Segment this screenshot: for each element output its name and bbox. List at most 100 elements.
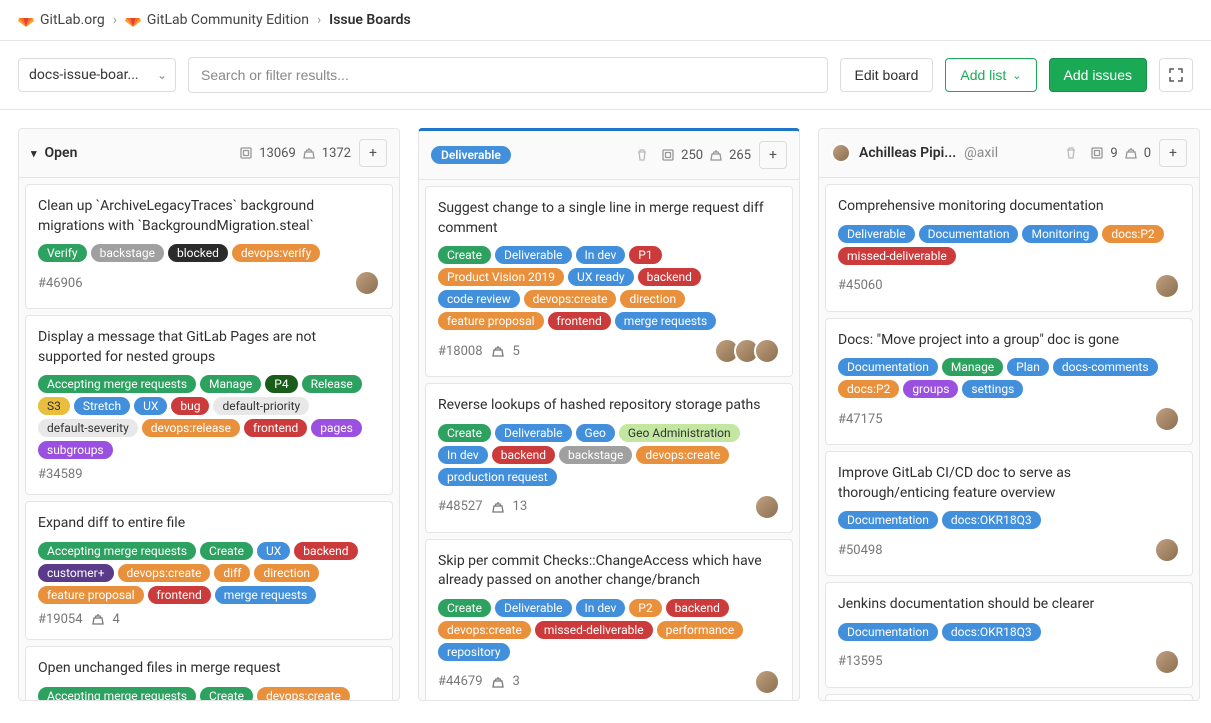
issue-label[interactable]: production request (438, 468, 557, 486)
issue-label[interactable]: direction (620, 290, 685, 308)
issue-card[interactable]: Expand diff to entire file Accepting mer… (25, 501, 393, 640)
issue-label[interactable]: default-severity (38, 419, 138, 437)
issue-label[interactable]: bug (171, 397, 209, 415)
list-title[interactable]: Achilleas Pipi... @axil (831, 143, 1052, 163)
issue-label[interactable]: In dev (576, 246, 626, 264)
issue-label[interactable]: Deliverable (495, 246, 572, 264)
issue-label[interactable]: UX ready (568, 268, 634, 286)
issue-label[interactable]: feature proposal (438, 312, 544, 330)
issue-label[interactable]: Deliverable (495, 599, 572, 617)
issue-label[interactable]: docs:P2 (1102, 225, 1163, 243)
issue-label[interactable]: pages (311, 419, 362, 437)
issue-label[interactable]: Documentation (838, 623, 938, 641)
issue-label[interactable]: Monitoring (1022, 225, 1098, 243)
issue-label[interactable]: missed-deliverable (838, 247, 956, 265)
issue-label[interactable]: backstage (91, 244, 164, 262)
list-body[interactable]: Comprehensive monitoring documentation D… (819, 178, 1199, 700)
avatar[interactable] (1154, 406, 1180, 432)
avatar[interactable] (1154, 649, 1180, 675)
breadcrumb-org[interactable]: GitLab.org (18, 12, 105, 28)
issue-label[interactable]: Documentation (919, 225, 1019, 243)
issue-label[interactable]: customer+ (38, 564, 114, 582)
issue-label[interactable]: devops:verify (232, 244, 320, 262)
issue-label[interactable]: backend (492, 446, 555, 464)
delete-list-button[interactable] (1060, 146, 1082, 160)
issue-label[interactable]: Manage (942, 358, 1003, 376)
issue-card[interactable]: Suggest change to a single line in merge… (425, 186, 793, 377)
issue-label[interactable]: docs-comments (1053, 358, 1158, 376)
issue-label[interactable]: Geo Administration (619, 424, 740, 442)
issue-label[interactable]: UX (257, 542, 290, 560)
issue-label[interactable]: devops:create (438, 621, 531, 639)
issue-label[interactable]: frontend (548, 312, 611, 330)
list-title[interactable]: ▾Open (31, 145, 231, 161)
search-input[interactable] (188, 57, 828, 93)
issue-label[interactable]: devops:create (118, 564, 211, 582)
issue-label[interactable]: P1 (629, 246, 661, 264)
issue-label[interactable]: P4 (265, 375, 297, 393)
issue-label[interactable]: Create (438, 599, 491, 617)
issue-label[interactable]: default-priority (213, 397, 309, 415)
issue-label[interactable]: diff (214, 564, 250, 582)
issue-label[interactable]: Stretch (74, 397, 130, 415)
issue-label[interactable]: direction (254, 564, 319, 582)
issue-label[interactable]: repository (438, 643, 510, 661)
add-card-button[interactable]: + (1159, 139, 1187, 167)
issue-label[interactable]: devops:create (524, 290, 617, 308)
issue-label[interactable]: frontend (148, 586, 211, 604)
issue-label[interactable]: S3 (38, 397, 70, 415)
issue-card[interactable]: Display a message that GitLab Pages are … (25, 315, 393, 495)
issue-label[interactable]: Manage (200, 375, 261, 393)
issue-label[interactable]: performance (657, 621, 744, 639)
issue-label[interactable]: Product Vision 2019 (438, 268, 564, 286)
issue-card[interactable]: Comprehensive monitoring documentation D… (825, 184, 1193, 312)
board-selector[interactable]: docs-issue-boar... ⌄ (18, 58, 176, 92)
issue-card[interactable]: Clean up `ArchiveLegacyTraces` backgroun… (25, 184, 393, 309)
issue-label[interactable]: backend (638, 268, 701, 286)
issue-card[interactable]: Open unchanged files in merge request Ac… (25, 646, 393, 700)
issue-label[interactable]: Accepting merge requests (38, 687, 196, 700)
issue-label[interactable]: docs:P2 (838, 380, 899, 398)
issue-label[interactable]: UX (134, 397, 167, 415)
issue-label[interactable]: groups (903, 380, 958, 398)
issue-label[interactable]: docs:OKR18Q3 (942, 511, 1041, 529)
add-issues-button[interactable]: Add issues (1049, 58, 1147, 92)
issue-label[interactable]: Deliverable (495, 424, 572, 442)
edit-board-button[interactable]: Edit board (840, 58, 934, 92)
issue-label[interactable]: Accepting merge requests (38, 542, 196, 560)
issue-label[interactable]: Accepting merge requests (38, 375, 196, 393)
avatar[interactable] (1154, 537, 1180, 563)
add-list-button[interactable]: Add list ⌄ (945, 58, 1036, 92)
issue-label[interactable]: Geo (576, 424, 615, 442)
issue-label[interactable]: frontend (244, 419, 307, 437)
issue-card[interactable]: Jenkins documentation should be clearer … (825, 582, 1193, 688)
issue-label[interactable]: devops:create (636, 446, 729, 464)
issue-label[interactable]: devops:release (142, 419, 240, 437)
list-title[interactable]: Deliverable (431, 146, 623, 164)
issue-label[interactable]: blocked (168, 244, 228, 262)
issue-label[interactable]: docs:OKR18Q3 (942, 623, 1041, 641)
list-body[interactable]: Clean up `ArchiveLegacyTraces` backgroun… (19, 178, 399, 700)
avatar[interactable] (754, 494, 780, 520)
issue-label[interactable]: Documentation (838, 358, 938, 376)
issue-card[interactable]: Docs: "Move project into a group" doc is… (825, 318, 1193, 446)
issue-label[interactable]: Release (302, 375, 362, 393)
avatar[interactable] (754, 338, 780, 364)
issue-label[interactable]: subgroups (38, 441, 113, 459)
issue-label[interactable]: merge requests (215, 586, 316, 604)
issue-card[interactable]: Review and Overhaul CI/CD Docs Documenta… (825, 694, 1193, 700)
issue-label[interactable]: Create (200, 542, 253, 560)
issue-label[interactable]: Documentation (838, 511, 938, 529)
issue-label[interactable]: backend (666, 599, 729, 617)
issue-label[interactable]: P2 (629, 599, 661, 617)
avatar[interactable] (754, 669, 780, 695)
issue-label[interactable]: code review (438, 290, 520, 308)
issue-label[interactable]: In dev (576, 599, 626, 617)
add-card-button[interactable]: + (759, 141, 787, 169)
issue-label[interactable]: Verify (38, 244, 87, 262)
issue-label[interactable]: devops:create (257, 687, 350, 700)
avatar[interactable] (1154, 273, 1180, 299)
fullscreen-button[interactable] (1159, 58, 1193, 92)
issue-label[interactable]: Deliverable (838, 225, 915, 243)
issue-label[interactable]: backend (294, 542, 357, 560)
